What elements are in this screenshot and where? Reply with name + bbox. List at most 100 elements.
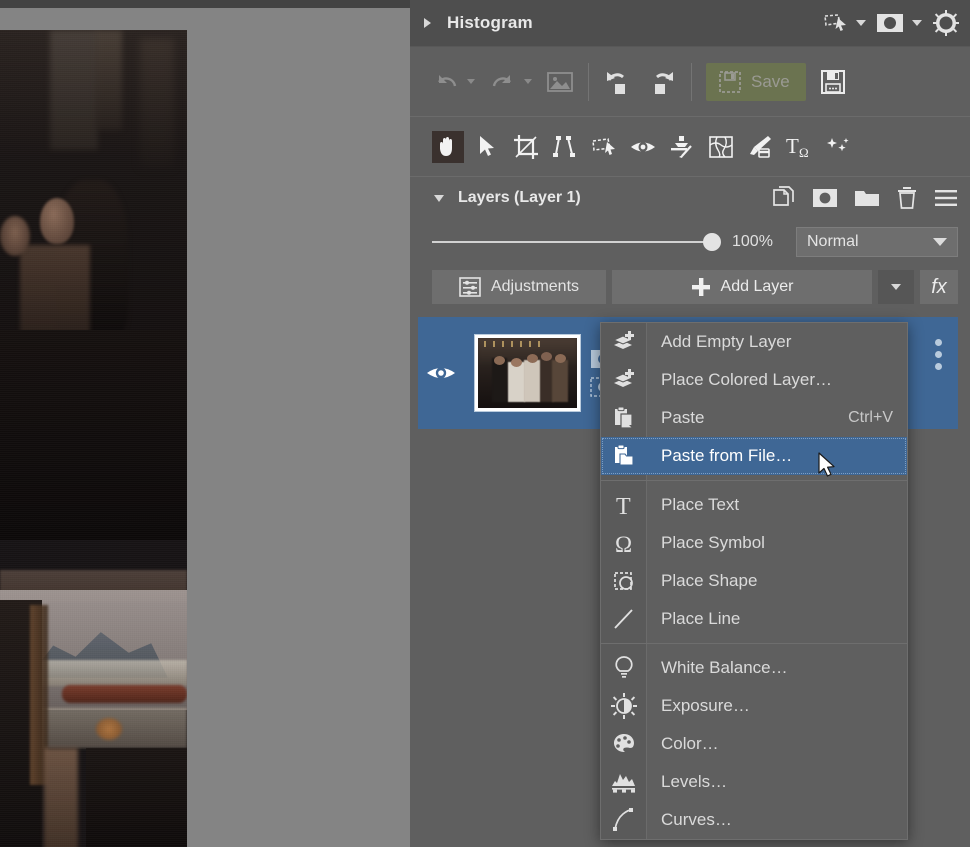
menu-item-shortcut: Ctrl+V (848, 409, 893, 426)
text-tool[interactable]: T Ω (783, 131, 815, 163)
menu-item-label: White Balance… (661, 658, 788, 677)
gear-icon[interactable] (932, 9, 960, 37)
menu-item-place-line[interactable]: Place Line (601, 600, 907, 638)
triangle-right-icon[interactable] (424, 18, 431, 28)
toolbar-separator (588, 62, 589, 101)
menu-item-place-symbol[interactable]: Ω Place Symbol (601, 524, 907, 562)
mask-icon[interactable] (876, 12, 904, 34)
lasso-select-icon[interactable] (822, 12, 848, 34)
menu-item-levels[interactable]: Levels… (601, 763, 907, 801)
layer-actions-row: Adjustments Add Layer fx (410, 265, 970, 309)
effects-tool[interactable] (822, 131, 854, 163)
blend-mode-value: Normal (807, 233, 859, 250)
mouse-pointer-icon (818, 452, 838, 480)
menu-item-exposure[interactable]: Exposure… (601, 687, 907, 725)
opacity-value-label: 100% (732, 233, 773, 250)
edit-toolbar: Save (410, 47, 970, 117)
menu-item-label: Levels… (661, 772, 728, 791)
menu-item-paste-from-file[interactable]: Paste from File… (601, 437, 907, 475)
crop-tool[interactable] (510, 131, 542, 163)
menu-item-label: Exposure… (661, 696, 750, 715)
add-layer-dropdown-toggle[interactable] (878, 270, 914, 304)
redo-button[interactable] (489, 70, 517, 94)
histogram-panel-header[interactable]: Histogram (410, 0, 970, 47)
rotate-right-button[interactable] (647, 68, 677, 96)
perspective-tool[interactable] (588, 131, 620, 163)
menu-item-color[interactable]: Color… (601, 725, 907, 763)
chevron-down-icon[interactable] (467, 79, 475, 84)
menu-item-label: Add Empty Layer (661, 332, 792, 351)
layers-panel-title: Layers (Layer 1) (458, 189, 581, 206)
canvas-top-strip (0, 0, 410, 8)
opacity-slider-handle[interactable] (703, 233, 721, 251)
application-window: Histogram Save T Ω Layers (Layer 1) 100%… (0, 0, 970, 847)
liquify-tool[interactable] (705, 131, 737, 163)
toolbar-separator (691, 62, 692, 101)
undo-button[interactable] (432, 70, 460, 94)
add-mask-icon[interactable] (812, 187, 838, 209)
menu-item-label: Paste from File… (661, 446, 793, 465)
palette-icon (601, 732, 647, 756)
chevron-down-icon[interactable] (524, 79, 532, 84)
fx-button[interactable]: fx (920, 270, 958, 304)
menu-item-white-balance[interactable]: White Balance… (601, 649, 907, 687)
shape-icon (601, 569, 647, 593)
tool-palette: T Ω (410, 117, 970, 177)
menu-item-label: Place Colored Layer… (661, 370, 833, 389)
curves-icon (601, 807, 647, 833)
add-layer-button-label: Add Layer (720, 278, 794, 295)
menu-item-place-text[interactable]: T Place Text (601, 486, 907, 524)
menu-item-add-empty-layer[interactable]: Add Empty Layer (601, 323, 907, 361)
menu-item-curves[interactable]: Curves… (601, 801, 907, 839)
omega-symbol-icon: Ω (601, 530, 647, 556)
menu-item-place-colored-layer[interactable]: Place Colored Layer… (601, 361, 907, 399)
right-dock-panel: Histogram Save T Ω Layers (Layer 1) 100%… (410, 0, 970, 847)
paste-from-file-icon (601, 444, 647, 468)
menu-item-place-shape[interactable]: Place Shape (601, 562, 907, 600)
paste-icon (601, 406, 647, 430)
three-dots-vertical-icon[interactable] (935, 339, 942, 370)
text-t-icon: T (601, 492, 647, 518)
layers-panel-header[interactable]: Layers (Layer 1) (410, 177, 970, 219)
rotate-left-button[interactable] (603, 68, 633, 96)
add-layer-button[interactable]: Add Layer (612, 270, 872, 304)
line-icon (601, 607, 647, 631)
adjustments-button[interactable]: Adjustments (432, 270, 606, 304)
save-as-button[interactable] (820, 69, 846, 95)
clone-stamp-tool[interactable] (666, 131, 698, 163)
layer-thumbnail[interactable] (475, 335, 580, 411)
straighten-tool[interactable] (549, 131, 581, 163)
menu-hamburger-icon[interactable] (934, 188, 958, 208)
menu-item-label: Curves… (661, 810, 732, 829)
layer-visibility-toggle[interactable] (418, 362, 463, 384)
duplicate-layer-icon[interactable] (772, 186, 796, 210)
image-canvas[interactable] (0, 0, 410, 847)
opacity-slider[interactable] (432, 233, 721, 251)
select-tool[interactable] (471, 131, 503, 163)
image-icon[interactable] (546, 70, 574, 94)
group-folder-icon[interactable] (854, 187, 880, 209)
adjustments-button-label: Adjustments (490, 278, 580, 295)
menu-item-label: Place Symbol (661, 533, 765, 552)
sliders-icon (459, 277, 481, 297)
triangle-down-icon[interactable] (434, 194, 444, 202)
menu-item-paste[interactable]: Paste Ctrl+V (601, 399, 907, 437)
menu-item-label: Place Line (661, 609, 741, 628)
chevron-down-icon[interactable] (856, 20, 866, 26)
save-button-label: Save (751, 71, 790, 91)
chevron-down-icon[interactable] (912, 20, 922, 26)
add-empty-layer-icon (601, 330, 647, 354)
redeye-tool[interactable] (627, 131, 659, 163)
blend-mode-select[interactable]: Normal (796, 227, 958, 257)
delete-layer-icon[interactable] (896, 186, 918, 210)
layer-opacity-row: 100% Normal (410, 219, 970, 265)
save-button[interactable]: Save (706, 62, 806, 101)
menu-item-label: Place Shape (661, 571, 758, 590)
plus-icon (691, 277, 711, 297)
levels-histogram-icon (601, 770, 647, 794)
add-layer-dropdown-menu[interactable]: Add Empty Layer Place Colored Layer… Pas… (600, 322, 908, 840)
svg-text:T: T (786, 134, 799, 158)
hand-tool[interactable] (432, 130, 464, 163)
menu-item-label: Paste (661, 408, 705, 427)
paint-tool[interactable] (744, 131, 776, 163)
